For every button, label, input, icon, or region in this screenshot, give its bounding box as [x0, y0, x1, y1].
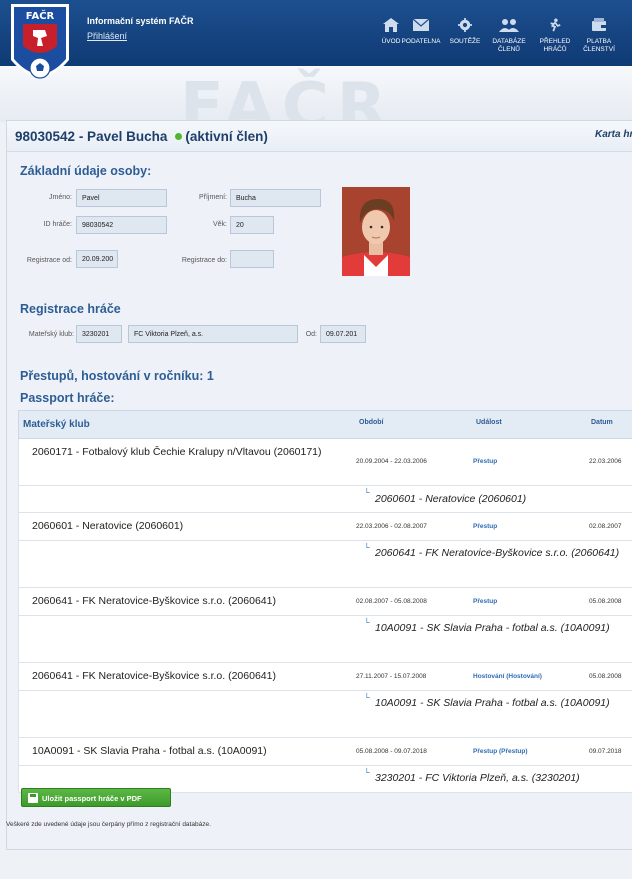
wallet-icon: [592, 18, 606, 31]
registration-to-field[interactable]: [230, 250, 274, 268]
col-period[interactable]: Období: [359, 419, 384, 426]
registration-to-label: Registrace do:: [181, 257, 227, 264]
top-bar: Informační systém FAČR Přihlášení ÚVOD P…: [0, 0, 632, 67]
age-field[interactable]: 20: [230, 216, 274, 234]
footnote: Veškeré zde uvedené údaje jsou čerpány p…: [6, 821, 211, 828]
passport-heading: Passport hráče:: [20, 391, 115, 405]
home-icon: [383, 18, 399, 32]
player-id-label: ID hráče:: [43, 221, 72, 228]
svg-text:FAČR: FAČR: [26, 9, 55, 22]
table-header: Mateřský klub Období Událost Datum: [18, 410, 632, 439]
col-date[interactable]: Datum: [591, 419, 613, 426]
last-name-field[interactable]: Bucha: [230, 189, 321, 207]
arrow-return-icon: └: [364, 488, 370, 497]
nav-item-competitions[interactable]: SOUTĚŽE: [442, 18, 488, 46]
facr-logo[interactable]: FAČR: [9, 2, 71, 92]
registration-from-label: Registrace od:: [26, 257, 72, 264]
runner-icon: [550, 18, 561, 32]
parent-club-label: Mateřský klub:: [28, 331, 74, 338]
members-icon: [499, 19, 519, 32]
arrow-return-icon: └: [364, 768, 370, 777]
nav-item-players[interactable]: PŘEHLED HRÁČŮ: [532, 18, 578, 54]
transfer-target-row: └ 10A0091 - SK Slavia Praha - fotbal a.s…: [18, 616, 632, 663]
player-photo: [342, 187, 410, 276]
registration-date-field[interactable]: 09.07.201: [320, 325, 366, 343]
system-title: Informační systém FAČR: [87, 16, 194, 26]
nav-item-member-db[interactable]: DATABÁZE ČLENŮ: [486, 18, 532, 54]
main-nav: ÚVOD PODATELNA SOUTĚŽE DATABÁZE ČLENŮ PŘ…: [368, 18, 632, 66]
table-row[interactable]: 2060641 - FK Neratovice-Byškovice s.r.o.…: [18, 588, 632, 616]
first-name-label: Jméno:: [49, 194, 72, 201]
transfer-target-row: └ 2060601 - Neratovice (2060601): [18, 486, 632, 513]
table-row[interactable]: 2060171 - Fotbalový klub Čechie Kralupy …: [18, 439, 632, 486]
registration-heading: Registrace hráče: [20, 302, 121, 316]
player-id-field[interactable]: 98030542: [76, 216, 167, 234]
login-link[interactable]: Přihlášení: [87, 31, 127, 41]
player-panel: 98030542 - Pavel Bucha (aktivní člen) Kar…: [6, 120, 632, 850]
from-label: Od:: [305, 331, 317, 338]
arrow-return-icon: └: [364, 693, 370, 702]
nav-item-more[interactable]: NA: [614, 18, 632, 46]
passport-table: Mateřský klub Období Událost Datum 20601…: [18, 410, 632, 793]
club-name-field[interactable]: FC Viktoria Plzeň, a.s.: [128, 325, 298, 343]
col-club[interactable]: Mateřský klub: [23, 419, 90, 430]
age-label: Věk:: [212, 221, 227, 228]
mail-icon: [412, 18, 430, 31]
player-card-link[interactable]: Karta hr: [595, 129, 632, 140]
transfers-heading: Přestupů, hostování v ročníku: 1: [20, 369, 214, 383]
status-dot-icon: [175, 133, 183, 141]
disk-icon: [28, 793, 38, 803]
gear-icon: [458, 18, 472, 32]
arrow-return-icon: └: [364, 618, 370, 627]
first-name-field[interactable]: Pavel: [76, 189, 167, 207]
nav-item-inbox[interactable]: PODATELNA: [398, 18, 444, 46]
player-title: 98030542 - Pavel Bucha (aktivní člen): [15, 129, 268, 144]
last-name-label: Příjmení:: [198, 194, 227, 201]
member-status: (aktivní člen): [185, 129, 268, 144]
club-code-field[interactable]: 3230201: [76, 325, 122, 343]
table-row[interactable]: 10A0091 - SK Slavia Praha - fotbal a.s. …: [18, 738, 632, 766]
save-pdf-button[interactable]: Uložit passport hráče v PDF: [21, 788, 171, 807]
arrow-return-icon: └: [364, 543, 370, 552]
basic-info-heading: Základní údaje osoby:: [20, 164, 152, 178]
table-row[interactable]: 2060601 - Neratovice (2060601) 22.03.200…: [18, 513, 632, 541]
transfer-target-row: └ 2060641 - FK Neratovice-Byškovice s.r.…: [18, 541, 632, 588]
registration-from-field[interactable]: 20.09.200: [76, 250, 118, 268]
col-event[interactable]: Událost: [476, 419, 502, 426]
transfer-target-row: └ 10A0091 - SK Slavia Praha - fotbal a.s…: [18, 691, 632, 738]
table-row[interactable]: 2060641 - FK Neratovice-Byškovice s.r.o.…: [18, 663, 632, 691]
panel-header: 98030542 - Pavel Bucha (aktivní člen) Kar…: [7, 121, 632, 152]
